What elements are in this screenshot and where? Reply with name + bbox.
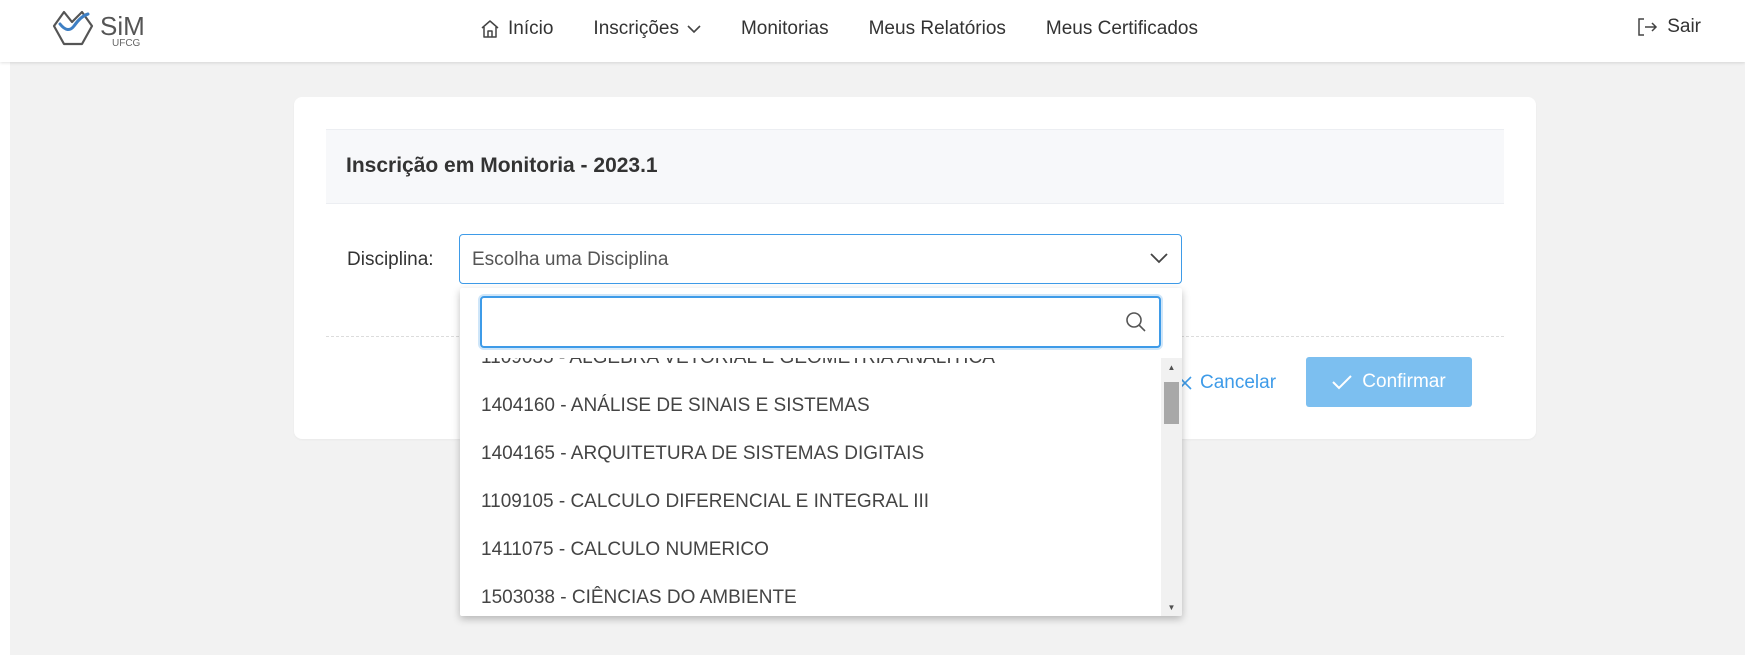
confirm-label: Confirmar [1362,371,1446,392]
logo[interactable]: SiM UFCG [48,8,158,50]
search-icon [1126,312,1146,332]
discipline-dropdown: 1109035 - ALGEBRA VETORIAL E GEOMETRIA A… [460,288,1182,616]
discipline-select[interactable]: Escolha uma Disciplina [459,234,1182,284]
dropdown-option[interactable]: 1404160 - ANÁLISE DE SINAIS E SISTEMAS [460,382,1161,430]
confirm-button[interactable]: Confirmar [1306,357,1472,407]
nav-monitorias[interactable]: Monitorias [741,18,829,40]
nav-certificados[interactable]: Meus Certificados [1046,18,1198,40]
main-nav: Início Inscrições Monitorias Meus Relató… [480,0,1198,58]
home-icon [481,20,499,38]
nav-monitorias-label: Monitorias [740,18,829,39]
logo-icon [52,10,94,46]
check-icon [1332,375,1353,390]
dropdown-option[interactable]: 1503038 - CIÊNCIAS DO AMBIENTE [460,574,1161,616]
top-navigation-bar: SiM UFCG Início Inscrições Monitorias Me… [0,0,1745,62]
dropdown-search-input[interactable] [492,306,1092,338]
scroll-down-arrow-icon[interactable]: ▼ [1161,598,1182,616]
dropdown-option[interactable]: 1109105 - CALCULO DIFERENCIAL E INTEGRAL… [460,478,1161,526]
brand-sub: UFCG [112,38,141,49]
logout-icon [1638,18,1658,36]
nav-inscricoes[interactable]: Inscrições [593,18,701,40]
scrollbar-thumb[interactable] [1164,382,1179,424]
dropdown-scrollbar[interactable]: ▲ ▼ [1161,358,1182,616]
discipline-select-value: Escolha uma Disciplina [472,249,669,270]
dropdown-option[interactable]: 1411075 - CALCULO NUMERICO [460,526,1161,574]
chevron-down-icon [1150,253,1168,264]
card-header: Inscrição em Monitoria - 2023.1 [326,129,1504,204]
chevron-down-icon [687,25,701,34]
dropdown-option[interactable]: 1404165 - ARQUITETURA DE SISTEMAS DIGITA… [460,430,1161,478]
nav-home[interactable]: Início [480,18,553,40]
page-title: Inscrição em Monitoria - 2023.1 [346,154,658,177]
scroll-up-arrow-icon[interactable]: ▲ [1161,358,1182,376]
nav-home-label: Início [508,18,554,39]
discipline-label: Disciplina: [347,249,434,270]
nav-inscricoes-label: Inscrições [593,18,679,39]
nav-relatorios[interactable]: Meus Relatórios [869,18,1006,40]
dropdown-options-list: 1109035 - ALGEBRA VETORIAL E GEOMETRIA A… [460,358,1161,616]
logout-label: Sair [1667,16,1701,37]
nav-certificados-label: Meus Certificados [1045,18,1198,39]
logout-button[interactable]: Sair [1637,16,1701,38]
dropdown-option[interactable]: 1109035 - ALGEBRA VETORIAL E GEOMETRIA A… [460,358,1161,382]
cancel-label: Cancelar [1200,372,1277,393]
cancel-button[interactable]: Cancelar [1178,359,1276,407]
nav-relatorios-label: Meus Relatórios [868,18,1006,39]
dropdown-search-field[interactable] [480,296,1161,348]
